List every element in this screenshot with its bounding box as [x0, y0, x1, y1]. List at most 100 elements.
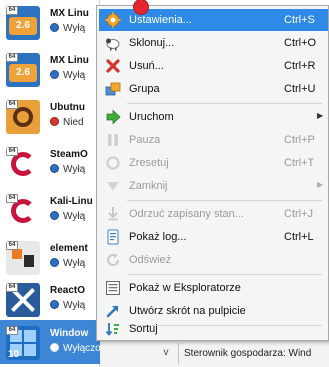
menu-item-label: Zresetuj	[129, 157, 169, 169]
vm-item-reactos[interactable]: 64 ReactO Wyłą	[0, 277, 100, 321]
other-os-icon: 64	[6, 241, 40, 275]
vm-name: Ubutnu	[50, 102, 85, 113]
menu-item-label: Odrzuć zapisany stan...	[129, 208, 244, 220]
vm-name: element	[50, 243, 88, 254]
pause-icon	[108, 134, 118, 146]
menu-item-close[interactable]: Zamknij ▶	[99, 175, 328, 197]
vm-status-text: Wyłą	[63, 23, 86, 34]
menu-item-label: Uruchom	[129, 111, 174, 123]
windows-pane	[24, 330, 36, 342]
64-bit-badge: 64	[6, 147, 18, 156]
menu-separator	[127, 274, 322, 275]
refresh-icon	[107, 253, 120, 266]
64-bit-badge: 64	[6, 241, 18, 250]
vm-name: MX Linu	[50, 8, 89, 19]
vm-name: ReactO	[50, 285, 86, 296]
menu-separator	[127, 200, 322, 201]
gear-icon	[105, 12, 121, 28]
vm-name: Kali-Linu	[50, 196, 93, 207]
menu-item-reset[interactable]: Zresetuj Ctrl+T	[99, 152, 328, 174]
menu-item-shortcut: Ctrl+R	[284, 60, 316, 72]
vm-item-element[interactable]: 64 element Wyłą	[0, 235, 100, 279]
debian-os-icon: 64	[6, 194, 40, 228]
vm-status-text: Wyłą	[63, 70, 86, 81]
os-shape	[24, 255, 34, 267]
power-off-icon	[50, 258, 59, 267]
menu-item-shortcut: Ctrl+U	[284, 83, 316, 95]
menu-item-settings[interactable]: Ustawienia... Ctrl+S	[99, 9, 328, 31]
vm-item-mx-linux-1[interactable]: 2.6 64 MX Linu Wyłą	[0, 0, 100, 44]
menu-item-group[interactable]: Grupa Ctrl+U	[99, 78, 328, 100]
vm-item-windows-10[interactable]: 10 64 Window Wyłączona	[0, 320, 112, 364]
64-bit-badge: 64	[6, 326, 18, 335]
details-panel-header: v Sterownik gospodarza: Wind	[100, 338, 329, 367]
aborted-state-icon	[50, 117, 59, 126]
menu-item-refresh[interactable]: Odśwież	[99, 249, 328, 271]
vm-status: Wyłą	[50, 70, 85, 81]
start-arrow-icon	[106, 109, 121, 125]
debian-os-icon: 64	[6, 147, 40, 181]
menu-item-show-log[interactable]: Pokaż log... Ctrl+L	[99, 226, 328, 248]
explorer-icon	[106, 281, 120, 295]
windows-10-os-icon: 10 64	[6, 326, 40, 360]
group-icon	[105, 82, 121, 96]
menu-item-label: Pokaż w Eksploratorze	[129, 282, 241, 294]
shortcut-icon	[106, 306, 118, 318]
menu-separator	[127, 103, 322, 104]
menu-item-label: Utwórz skrót na pulpicie	[129, 305, 246, 317]
power-off-icon	[50, 343, 59, 352]
reset-icon	[106, 156, 120, 170]
vm-status-text: Wyłą	[63, 164, 86, 175]
menu-item-pause[interactable]: Pauza Ctrl+P	[99, 129, 328, 151]
linux-2-6-os-icon: 2.6 64	[6, 53, 40, 87]
windows-pane	[24, 344, 36, 356]
delete-x-icon	[106, 59, 120, 73]
reactos-os-icon: 64	[6, 283, 40, 317]
menu-item-label: Odśwież	[129, 254, 172, 266]
vm-name: Window	[50, 328, 89, 339]
vm-status: Wyłą	[50, 23, 85, 34]
menu-item-label: Sklonuj...	[129, 37, 175, 49]
menu-item-sort[interactable]: Sortuj	[99, 318, 328, 340]
menu-item-clone[interactable]: Sklonuj... Ctrl+O	[99, 32, 328, 54]
vm-name: MX Linu	[50, 55, 89, 66]
close-vm-icon	[107, 182, 119, 191]
menu-item-start[interactable]: Uruchom ▶	[99, 106, 328, 128]
64-bit-badge: 64	[6, 100, 18, 109]
power-off-icon	[50, 23, 59, 32]
menu-item-label: Grupa	[129, 83, 160, 95]
menu-item-label: Pauza	[129, 134, 161, 146]
submenu-arrow-icon: ▶	[317, 180, 324, 189]
sort-icon	[105, 323, 119, 336]
menu-item-shortcut: Ctrl+P	[284, 134, 315, 146]
vm-status: Wyłą	[50, 211, 85, 222]
menu-item-shortcut: Ctrl+S	[284, 14, 315, 26]
vm-name: SteamO	[50, 149, 88, 160]
vm-status: Nied	[50, 117, 84, 128]
menu-item-discard-state[interactable]: Odrzuć zapisany stan... Ctrl+J	[99, 203, 328, 225]
menu-item-remove[interactable]: Usuń... Ctrl+R	[99, 55, 328, 77]
vm-item-ubuntu[interactable]: 64 Ubutnu Nied	[0, 94, 100, 138]
os-version-badge: 10	[8, 349, 20, 360]
vm-status-text: Nied	[63, 117, 84, 128]
vm-item-kali-linux[interactable]: 64 Kali-Linu Wyłą	[0, 188, 100, 232]
power-off-icon	[50, 300, 59, 309]
vm-status-text: Wyłą	[63, 300, 86, 311]
submenu-arrow-icon: ▶	[317, 111, 324, 120]
power-off-icon	[50, 70, 59, 79]
vm-status: Wyłą	[50, 300, 85, 311]
ubuntu-ring	[13, 107, 33, 127]
menu-item-show-in-explorer[interactable]: Pokaż w Eksploratorze	[99, 277, 328, 299]
vm-context-menu: Ustawienia... Ctrl+S Sklonuj... Ctrl+O U…	[96, 5, 329, 341]
vm-item-steamos[interactable]: 64 SteamO Wyłą	[0, 141, 100, 185]
64-bit-badge: 64	[6, 53, 18, 62]
os-version-badge: 2.6	[9, 17, 37, 35]
menu-item-label: Pokaż log...	[129, 231, 187, 243]
chevron-down-icon[interactable]: v	[160, 347, 172, 359]
host-driver-label: Sterownik gospodarza: Wind	[184, 348, 312, 359]
divider	[178, 343, 179, 365]
menu-item-shortcut: Ctrl+J	[284, 208, 314, 220]
vm-status: Wyłą	[50, 258, 85, 269]
os-version-badge: 2.6	[9, 64, 37, 82]
vm-item-mx-linux-2[interactable]: 2.6 64 MX Linu Wyłą	[0, 47, 100, 91]
